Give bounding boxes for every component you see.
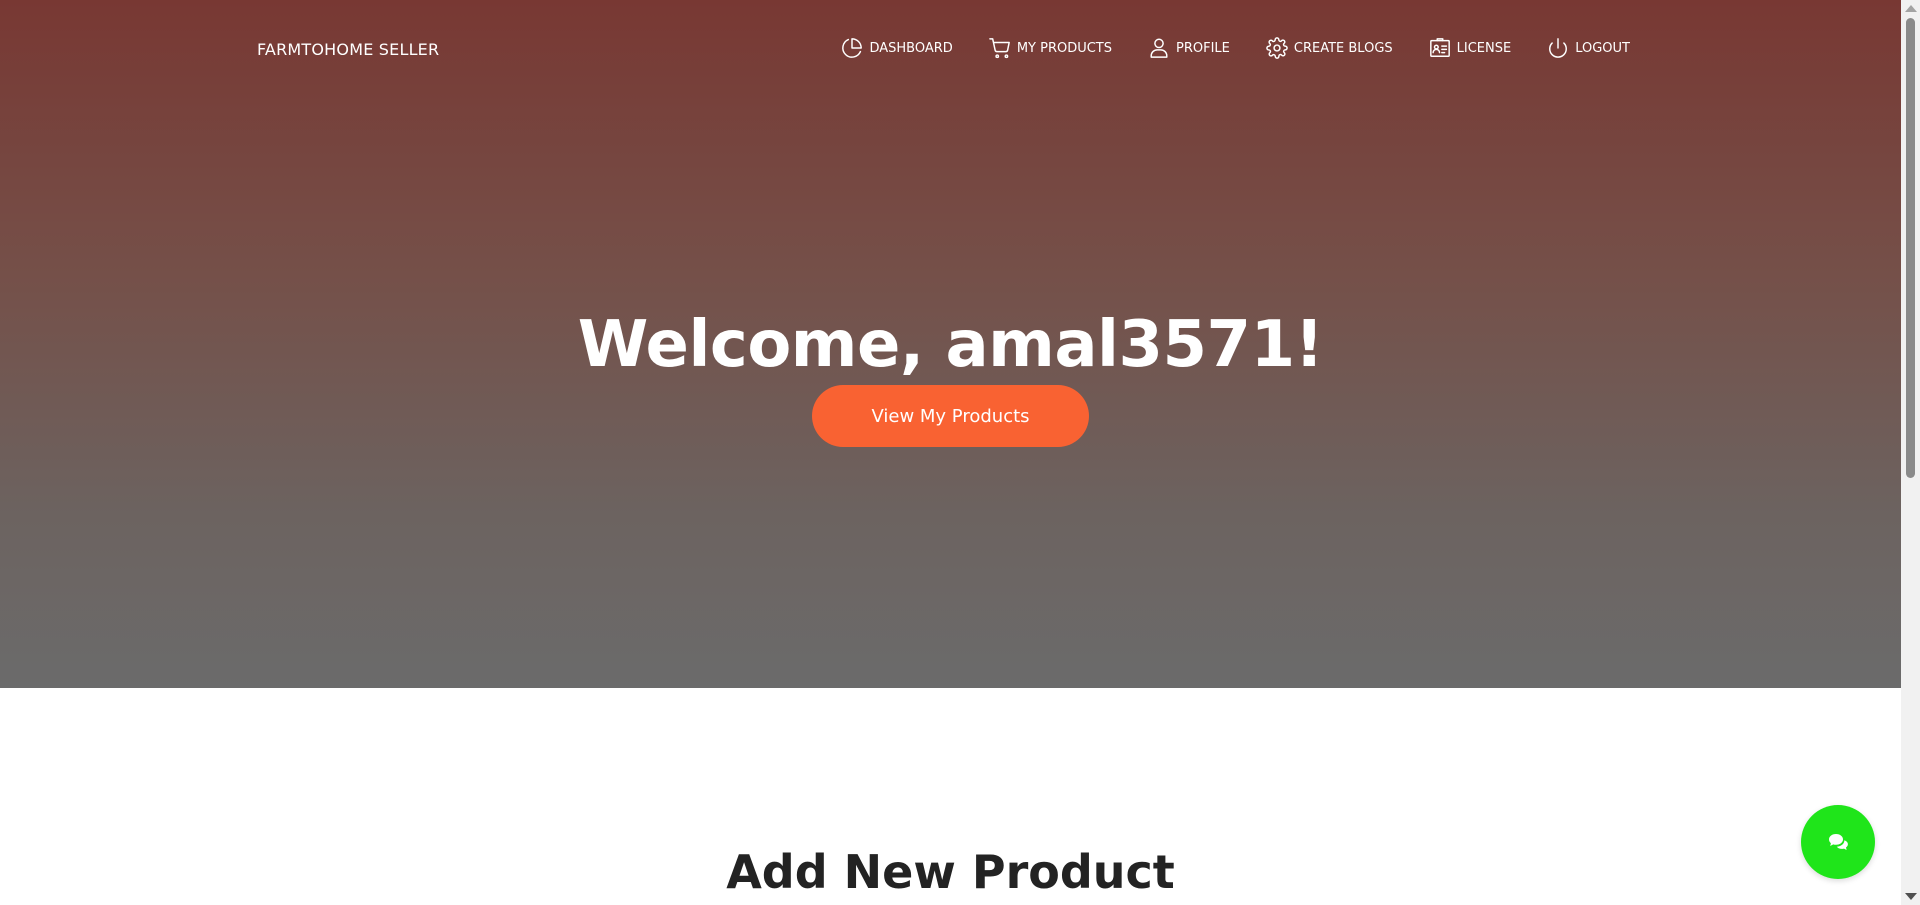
nav-create-blogs-label: CREATE BLOGS <box>1293 40 1393 56</box>
chat-bubbles-icon <box>1829 834 1848 850</box>
nav-dashboard[interactable]: DASHBOARD <box>841 37 953 59</box>
nav-profile[interactable]: PROFILE <box>1148 37 1230 59</box>
pie-chart-icon <box>842 38 863 58</box>
id-card-icon <box>1429 38 1450 57</box>
nav-license[interactable]: LICENSE <box>1429 37 1512 59</box>
navbar: FARMTOHOME SELLER DASHBOARD MY PRODUCTS … <box>0 0 1901 100</box>
nav-logout-label: LOGOUT <box>1575 40 1630 56</box>
nav-dashboard-label: DASHBOARD <box>869 40 953 56</box>
nav-license-label: LICENSE <box>1456 40 1512 56</box>
brand-logo[interactable]: FARMTOHOME SELLER <box>257 40 439 59</box>
nav-my-products[interactable]: MY PRODUCTS <box>988 37 1113 59</box>
chat-button[interactable] <box>1801 805 1875 879</box>
add-new-product-heading: Add New Product <box>726 845 1175 900</box>
scroll-up-arrow-icon[interactable] <box>1905 5 1917 12</box>
scrollbar-thumb[interactable] <box>1906 18 1915 478</box>
power-icon <box>1549 38 1568 58</box>
nav-links: DASHBOARD MY PRODUCTS PROFILE CREATE BLO… <box>841 37 1630 59</box>
gear-icon <box>1266 37 1288 59</box>
nav-my-products-label: MY PRODUCTS <box>1016 40 1113 56</box>
scroll-down-arrow-icon[interactable] <box>1905 893 1917 900</box>
nav-profile-label: PROFILE <box>1176 40 1230 56</box>
nav-create-blogs[interactable]: CREATE BLOGS <box>1266 37 1393 59</box>
page: FARMTOHOME SELLER DASHBOARD MY PRODUCTS … <box>0 0 1920 905</box>
view-my-products-button[interactable]: View My Products <box>812 385 1089 447</box>
welcome-heading: Welcome, amal3571! <box>577 307 1324 382</box>
cart-icon <box>988 38 1010 59</box>
user-icon <box>1150 38 1168 58</box>
nav-logout[interactable]: LOGOUT <box>1547 37 1630 59</box>
vertical-scrollbar[interactable] <box>1901 0 1920 905</box>
hero-section: FARMTOHOME SELLER DASHBOARD MY PRODUCTS … <box>0 0 1901 688</box>
